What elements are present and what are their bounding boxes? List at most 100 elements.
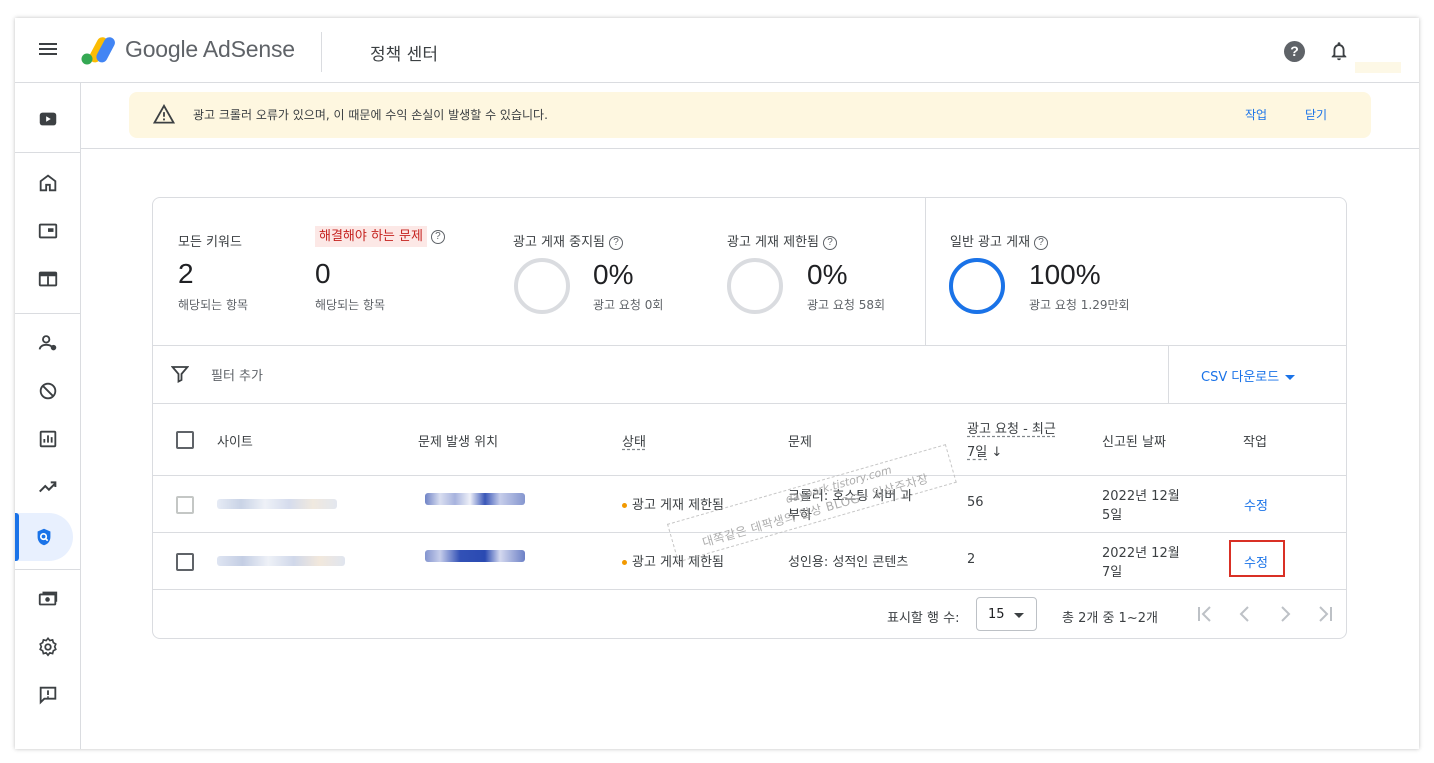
- page-title: 정책 센터: [370, 45, 438, 65]
- highlight-box: [1229, 540, 1285, 577]
- ad-unit-icon[interactable]: [15, 209, 80, 253]
- restricted-value: 0%: [807, 259, 848, 290]
- site-name-redacted: [217, 556, 345, 566]
- feedback-icon[interactable]: [15, 673, 80, 717]
- sites-icon[interactable]: [15, 257, 80, 301]
- column-reported: 신고된 날짜: [1102, 435, 1166, 450]
- help-icon[interactable]: ?: [609, 235, 623, 250]
- sidebar-divider: [15, 569, 80, 570]
- issues-value: 0: [315, 258, 331, 289]
- home-icon[interactable]: [15, 161, 80, 205]
- location-redacted: [425, 493, 525, 505]
- help-icon[interactable]: ?: [1034, 235, 1049, 250]
- edit-link[interactable]: 수정: [1244, 495, 1268, 514]
- prev-page-icon[interactable]: [1235, 604, 1255, 624]
- filter-funnel-icon[interactable]: [171, 365, 189, 383]
- caret-down-icon: [1285, 375, 1296, 380]
- status-cell: 광고 게재 제한됨: [622, 551, 724, 570]
- policy-shield-icon[interactable]: [15, 513, 73, 561]
- caret-down-icon: [1014, 613, 1024, 618]
- adsense-logo-icon: [81, 37, 115, 65]
- help-icon[interactable]: ?: [430, 229, 445, 244]
- issues-label[interactable]: 해결해야 하는 문제: [315, 226, 427, 247]
- column-requests[interactable]: 광고 요청 - 최근: [967, 418, 1056, 437]
- disabled-value: 0%: [593, 259, 634, 290]
- column-site: 사이트: [217, 435, 253, 450]
- banner-action-link[interactable]: 작업: [1245, 106, 1267, 123]
- pagination: 표시할 행 수: 15 총 2개 중 1~2개: [153, 590, 1346, 638]
- policy-issues-card: 모든 키워드 2 해당되는 항목 해결해야 하는 문제? 0 해당되는 항목 광…: [152, 197, 1347, 639]
- column-requests-line2[interactable]: 7일 ↓: [967, 441, 1002, 460]
- normal-value: 100%: [1029, 259, 1101, 290]
- location-redacted: [425, 550, 525, 562]
- summary-divider: [925, 198, 926, 346]
- row-checkbox[interactable]: [176, 553, 194, 571]
- sidebar-divider: [15, 152, 80, 153]
- warning-triangle-icon: [153, 104, 175, 124]
- column-status[interactable]: 상태: [622, 431, 646, 450]
- date-line2: 7일: [1102, 565, 1123, 580]
- banner-message: 광고 크롤러 오류가 있으며, 이 때문에 수익 손실이 발생할 수 있습니다.: [193, 108, 548, 122]
- normal-label: 일반 광고 게재: [950, 235, 1031, 250]
- payments-icon[interactable]: [15, 577, 80, 621]
- date-line2: 5일: [1102, 508, 1123, 523]
- top-header: Google AdSense 정책 센터 ?: [15, 18, 1419, 83]
- restricted-ring: [727, 258, 783, 314]
- issues-filter[interactable]: 해결해야 하는 문제?: [315, 225, 445, 247]
- next-page-icon[interactable]: [1275, 604, 1295, 624]
- toolbar-divider: [1168, 346, 1169, 404]
- status-dot-icon: [622, 503, 627, 508]
- disabled-filter[interactable]: 광고 게재 중지됨?: [513, 231, 623, 250]
- bell-icon[interactable]: [1328, 40, 1350, 62]
- settings-gear-icon[interactable]: [15, 625, 80, 669]
- rows-per-page-select[interactable]: 15: [976, 597, 1037, 631]
- youtube-icon[interactable]: [15, 97, 80, 141]
- normal-ring: [949, 258, 1005, 314]
- restricted-filter[interactable]: 광고 게재 제한됨?: [727, 231, 837, 250]
- rows-per-page-label: 표시할 행 수:: [887, 611, 960, 626]
- csv-download-label: CSV 다운로드: [1201, 370, 1280, 385]
- account-user-icon[interactable]: [15, 321, 80, 365]
- restricted-label: 광고 게재 제한됨: [727, 235, 819, 250]
- requests-value: 2: [967, 552, 976, 567]
- filter-toolbar: 필터 추가 CSV 다운로드: [153, 346, 1346, 404]
- account-avatar[interactable]: [1355, 62, 1401, 73]
- menu-icon[interactable]: [37, 40, 59, 60]
- table-header: 사이트 문제 발생 위치 상태 문제 광고 요청 - 최근 7일 ↓ 신고된 날…: [153, 404, 1346, 476]
- status-dot-icon: [622, 560, 627, 565]
- help-circle-icon[interactable]: ?: [1284, 41, 1305, 62]
- banner-area: 광고 크롤러 오류가 있으며, 이 때문에 수익 손실이 발생할 수 있습니다.…: [81, 83, 1419, 149]
- restricted-sub: 광고 요청 58회: [807, 298, 886, 312]
- reports-icon[interactable]: [15, 417, 80, 461]
- sort-arrow-icon: ↓: [991, 445, 1003, 460]
- crawler-warning-banner: 광고 크롤러 오류가 있으며, 이 때문에 수익 손실이 발생할 수 있습니다.…: [129, 92, 1371, 138]
- range-label: 총 2개 중 1~2개: [1062, 611, 1158, 626]
- issues-sub: 해당되는 항목: [315, 298, 386, 312]
- column-location: 문제 발생 위치: [418, 435, 499, 450]
- disabled-label: 광고 게재 중지됨: [513, 235, 605, 250]
- date-line1: 2022년 12월: [1102, 546, 1180, 561]
- banner-dismiss-link[interactable]: 닫기: [1305, 106, 1327, 123]
- csv-download-button[interactable]: CSV 다운로드: [1201, 366, 1296, 385]
- optimization-icon[interactable]: [15, 465, 80, 509]
- sidebar: [15, 83, 81, 749]
- select-all-checkbox[interactable]: [176, 431, 194, 449]
- last-page-icon[interactable]: [1315, 604, 1335, 624]
- header-divider: [321, 32, 322, 72]
- help-icon[interactable]: ?: [823, 235, 837, 250]
- normal-filter[interactable]: 일반 광고 게재?: [950, 231, 1049, 250]
- date-line1: 2022년 12월: [1102, 489, 1180, 504]
- normal-sub: 광고 요청 1.29만회: [1029, 298, 1130, 312]
- issue-line1: 성인용: 성적인 콘텐츠: [788, 555, 909, 570]
- row-checkbox[interactable]: [176, 496, 194, 514]
- summary-section: 모든 키워드 2 해당되는 항목 해결해야 하는 문제? 0 해당되는 항목 광…: [153, 198, 1346, 346]
- rows-per-page-value: 15: [988, 607, 1005, 622]
- sidebar-divider: [15, 313, 80, 314]
- all-keywords-sub: 해당되는 항목: [178, 298, 249, 312]
- disabled-sub: 광고 요청 0회: [593, 298, 664, 312]
- status-cell: 광고 게재 제한됨: [622, 494, 724, 513]
- requests-days: 7일: [967, 445, 988, 460]
- first-page-icon[interactable]: [1195, 604, 1215, 624]
- add-filter-button[interactable]: 필터 추가: [211, 365, 263, 384]
- block-icon[interactable]: [15, 369, 80, 413]
